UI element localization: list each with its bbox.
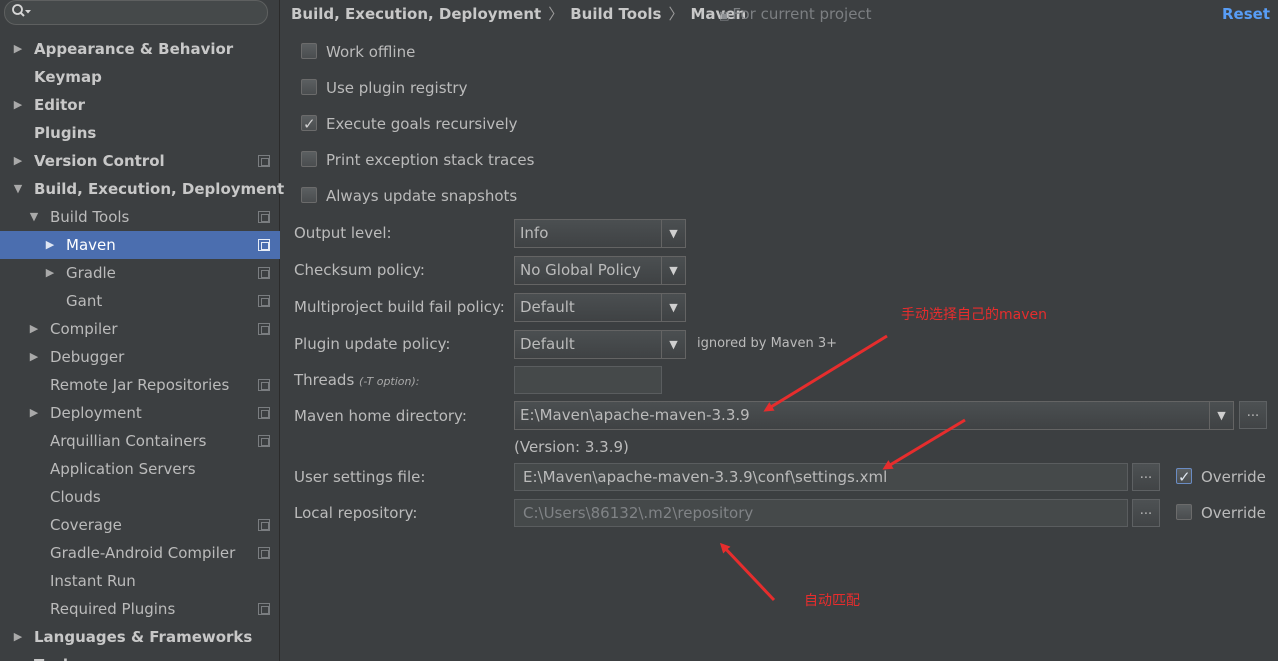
- project-scope-icon: [258, 519, 270, 531]
- sidebar-item-label: Gradle: [66, 264, 116, 282]
- project-scope-icon: [258, 435, 270, 447]
- sidebar-item-label: Build, Execution, Deployment: [34, 180, 285, 198]
- sidebar-item-label: Appearance & Behavior: [34, 40, 234, 58]
- sidebar-item-label: Compiler: [50, 320, 118, 338]
- collapsed-arrow-icon[interactable]: ▶: [12, 91, 24, 119]
- sidebar-item-tools[interactable]: ▶ Tools: [0, 651, 280, 661]
- sidebar-item-label: Instant Run: [50, 572, 136, 590]
- search-icon[interactable]: [11, 3, 35, 21]
- sidebar-item-version-control[interactable]: ▶ Version Control: [0, 147, 280, 175]
- sidebar-item-clouds[interactable]: Clouds: [0, 483, 280, 511]
- sidebar-item-label: Version Control: [34, 152, 165, 170]
- project-scope-icon: [258, 547, 270, 559]
- sidebar-item-label: Keymap: [34, 68, 102, 86]
- project-scope-icon: [258, 211, 270, 223]
- sidebar-item-maven[interactable]: ▶ Maven: [0, 231, 280, 259]
- collapsed-arrow-icon[interactable]: ▶: [12, 623, 24, 651]
- sidebar-item-build-execution-deployment[interactable]: ▼ Build, Execution, Deployment: [0, 175, 284, 203]
- sidebar-item-gradle[interactable]: ▶ Gradle: [0, 259, 280, 287]
- sidebar-item-label: Clouds: [50, 488, 101, 506]
- sidebar-item-application-servers[interactable]: Application Servers: [0, 455, 280, 483]
- collapsed-arrow-icon[interactable]: ▶: [12, 35, 24, 63]
- sidebar-item-label: Editor: [34, 96, 85, 114]
- collapsed-arrow-icon[interactable]: ▶: [44, 259, 56, 287]
- project-scope-icon: [258, 295, 270, 307]
- arrow-to-maven-home: [763, 334, 888, 412]
- sidebar-item-label: Coverage: [50, 516, 122, 534]
- collapsed-arrow-icon[interactable]: ▶: [28, 399, 40, 427]
- arrow-to-local-repository: [719, 542, 776, 602]
- sidebar-item-gant[interactable]: Gant: [0, 287, 280, 315]
- sidebar-item-label: Deployment: [50, 404, 142, 422]
- arrow-to-user-settings: [882, 418, 966, 470]
- collapsed-arrow-icon[interactable]: ▶: [28, 315, 40, 343]
- sidebar-item-label: Arquillian Containers: [50, 432, 207, 450]
- sidebar-item-label: Maven: [66, 236, 116, 254]
- maven-settings-panel: Build, Execution, Deployment 〉 Build Tools…: [281, 0, 1278, 661]
- sidebar-item-languages-frameworks[interactable]: ▶ Languages & Frameworks: [0, 623, 280, 651]
- sidebar-item-label: Gant: [66, 292, 103, 310]
- project-scope-icon: [258, 239, 270, 251]
- sidebar-item-label: Tools: [34, 651, 77, 661]
- sidebar-item-plugins[interactable]: Plugins: [0, 119, 280, 147]
- sidebar-item-label: Plugins: [34, 124, 97, 142]
- settings-tree: ▶ Appearance & Behavior Keymap ▶ Editor Plugi…: [0, 35, 284, 661]
- sidebar-item-label: Application Servers: [50, 460, 196, 478]
- project-scope-icon: [258, 323, 270, 335]
- collapsed-arrow-icon[interactable]: ▶: [44, 231, 56, 259]
- project-scope-icon: [258, 379, 270, 391]
- sidebar-item-label: Gradle-Android Compiler: [50, 544, 236, 562]
- sidebar-item-arquillian-containers[interactable]: Arquillian Containers: [0, 427, 280, 455]
- collapsed-arrow-icon[interactable]: ▶: [12, 651, 24, 661]
- sidebar-item-debugger[interactable]: ▶ Debugger: [0, 343, 280, 371]
- collapsed-arrow-icon[interactable]: ▶: [28, 343, 40, 371]
- sidebar-item-label: Build Tools: [50, 208, 130, 226]
- sidebar-item-label: Debugger: [50, 348, 125, 366]
- project-scope-icon: [258, 407, 270, 419]
- sidebar-item-label: Languages & Frameworks: [34, 628, 253, 646]
- annotation-arrows: [719, 334, 966, 602]
- sidebar-item-label: Remote Jar Repositories: [50, 376, 230, 394]
- settings-sidebar: ▶ Appearance & Behavior Keymap ▶ Editor Plugi…: [0, 0, 284, 661]
- sidebar-item-instant-run[interactable]: Instant Run: [0, 567, 280, 595]
- sidebar-item-keymap[interactable]: Keymap: [0, 63, 280, 91]
- project-scope-icon: [258, 267, 270, 279]
- expanded-arrow-icon[interactable]: ▼: [28, 203, 40, 231]
- sidebar-item-appearance-behavior[interactable]: ▶ Appearance & Behavior: [0, 35, 280, 63]
- settings-search-input[interactable]: [4, 0, 268, 25]
- sidebar-item-editor[interactable]: ▶ Editor: [0, 91, 280, 119]
- sidebar-item-remote-jar-repositories[interactable]: Remote Jar Repositories: [0, 371, 280, 399]
- sidebar-item-build-tools[interactable]: ▼ Build Tools: [0, 203, 280, 231]
- project-scope-icon: [258, 603, 270, 615]
- sidebar-item-gradle-android-compiler[interactable]: Gradle-Android Compiler: [0, 539, 280, 567]
- sidebar-item-required-plugins[interactable]: Required Plugins: [0, 595, 280, 623]
- sidebar-item-compiler[interactable]: ▶ Compiler: [0, 315, 280, 343]
- sidebar-item-deployment[interactable]: ▶ Deployment: [0, 399, 280, 427]
- sidebar-item-coverage[interactable]: Coverage: [0, 511, 280, 539]
- project-scope-icon: [258, 155, 270, 167]
- collapsed-arrow-icon[interactable]: ▶: [12, 147, 24, 175]
- sidebar-item-label: Required Plugins: [50, 600, 176, 618]
- expanded-arrow-icon[interactable]: ▼: [12, 175, 24, 203]
